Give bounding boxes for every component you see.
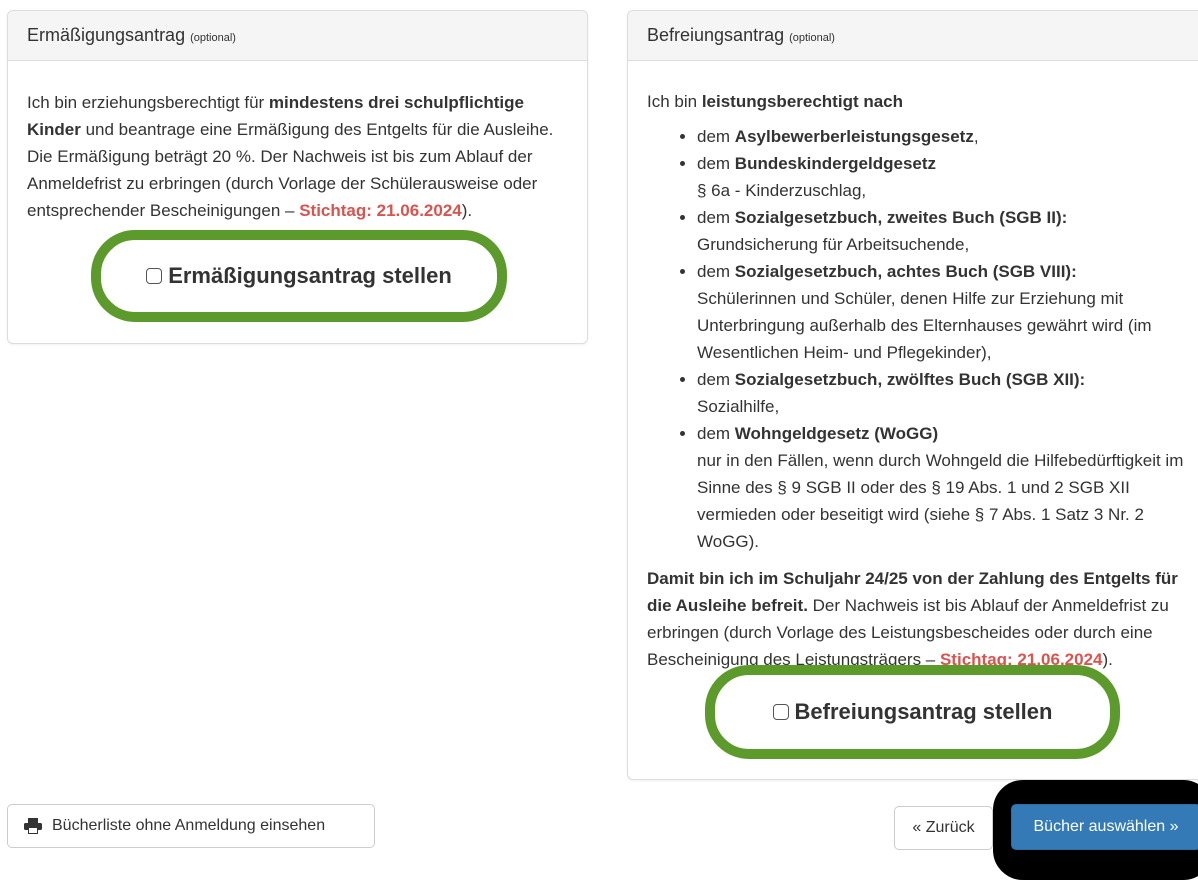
exemption-intro: Ich bin leistungsberechtigt nach xyxy=(647,88,1192,115)
exemption-intro-bold: leistungsberechtigt nach xyxy=(701,92,904,111)
list-item: dem Bundeskindergeldgesetz§ 6a - Kinderz… xyxy=(697,150,1192,204)
list-item: dem Sozialgesetzbuch, zweites Buch (SGB … xyxy=(697,204,1192,258)
exemption-text-end: ). xyxy=(1102,650,1113,669)
reduction-checkbox[interactable] xyxy=(146,268,163,284)
exemption-panel-body: Ich bin leistungsberechtigt nach dem Asy… xyxy=(628,61,1198,673)
back-button[interactable]: « Zurück xyxy=(894,806,993,850)
list-item: dem Sozialgesetzbuch, achtes Buch (SGB V… xyxy=(697,258,1192,366)
list-item: dem Sozialgesetzbuch, zwölftes Buch (SGB… xyxy=(697,366,1192,420)
exemption-checkbox-highlight: Befreiungsantrag stellen xyxy=(705,665,1120,759)
reduction-panel-heading: Ermäßigungsantrag (optional) xyxy=(8,11,587,61)
reduction-deadline: Stichtag: 21.06.2024 xyxy=(299,201,462,220)
reduction-title: Ermäßigungsantrag xyxy=(27,25,186,45)
select-books-button[interactable]: Bücher auswählen » xyxy=(1011,804,1198,850)
exemption-intro-text: Ich bin xyxy=(647,92,702,111)
list-item: dem Asylbewerberleistungsgesetz, xyxy=(697,123,1192,150)
reduction-text-2: und beantrage eine Ermäßigung des Entgel… xyxy=(27,120,554,220)
exemption-checkbox-button[interactable]: Befreiungsantrag stellen xyxy=(772,699,1053,725)
reduction-optional-note: (optional) xyxy=(190,31,236,44)
reduction-checkbox-label[interactable]: Ermäßigungsantrag stellen xyxy=(168,263,452,289)
reduction-checkbox-highlight: Ermäßigungsantrag stellen xyxy=(91,230,507,322)
exemption-summary: Damit bin ich im Schuljahr 24/25 von der… xyxy=(647,565,1192,673)
reduction-text-end: ). xyxy=(461,201,473,220)
exemption-checkbox[interactable] xyxy=(772,704,789,720)
exemption-law-list: dem Asylbewerberleistungsgesetz, dem Bun… xyxy=(647,123,1192,555)
booklist-button[interactable]: Bücherliste ohne Anmeldung einsehen xyxy=(7,804,375,848)
booklist-label[interactable]: Bücherliste ohne Anmeldung einsehen xyxy=(52,817,325,835)
list-item: dem Wohngeldgesetz (WoGG)nur in den Fäll… xyxy=(697,420,1192,555)
reduction-panel-body: Ich bin erziehungsberechtigt für mindest… xyxy=(8,61,587,224)
reduction-description: Ich bin erziehungsberechtigt für mindest… xyxy=(27,89,568,224)
exemption-title: Befreiungsantrag xyxy=(647,25,785,45)
printer-icon xyxy=(24,818,42,834)
reduction-checkbox-button[interactable]: Ermäßigungsantrag stellen xyxy=(146,263,452,289)
exemption-optional-note: (optional) xyxy=(789,31,835,44)
exemption-panel-heading: Befreiungsantrag (optional) xyxy=(628,11,1198,61)
reduction-text-1: Ich bin erziehungsberechtigt für xyxy=(27,93,269,112)
exemption-checkbox-label[interactable]: Befreiungsantrag stellen xyxy=(795,699,1053,725)
